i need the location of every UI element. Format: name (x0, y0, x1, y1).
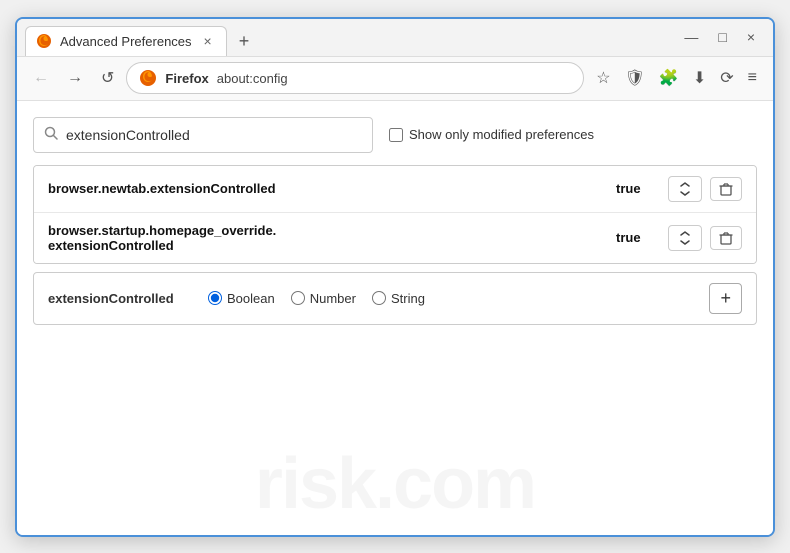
toggle-arrows-icon (677, 181, 693, 197)
back-icon: ← (33, 69, 49, 87)
address-text: about:config (217, 71, 572, 86)
bookmark-icon: ☆ (596, 70, 610, 87)
preference-toggle-button[interactable] (668, 225, 702, 251)
search-icon (44, 126, 58, 143)
menu-button[interactable]: ≡ (742, 65, 763, 91)
shield-button[interactable]: 🛡 (619, 64, 651, 92)
sync-button[interactable]: ⟳ (714, 64, 739, 92)
preference-name: browser.newtab.extensionControlled (48, 181, 604, 196)
type-radio-group: Boolean Number String (208, 291, 425, 306)
reload-icon: ↺ (101, 68, 114, 88)
browser-window: Advanced Preferences × + — □ × ← → ↺ Fir… (15, 17, 775, 537)
firefox-logo-icon (139, 69, 157, 87)
shield-icon: 🛡 (625, 70, 645, 87)
forward-button[interactable]: → (61, 65, 89, 91)
toggle-arrows-icon (677, 230, 693, 246)
tab-close-button[interactable]: × (200, 31, 216, 51)
table-row: browser.newtab.extensionControlled true (34, 166, 756, 213)
string-radio-option[interactable]: String (372, 291, 425, 306)
boolean-radio[interactable] (208, 291, 222, 305)
maximize-button[interactable]: □ (710, 25, 734, 49)
title-bar: Advanced Preferences × + — □ × (17, 19, 773, 57)
preference-delete-button[interactable] (710, 226, 742, 250)
preference-delete-button[interactable] (710, 177, 742, 201)
hamburger-menu-icon: ≡ (748, 69, 757, 86)
boolean-label: Boolean (227, 291, 275, 306)
sync-icon: ⟳ (720, 70, 733, 87)
window-controls: — □ × (666, 25, 773, 49)
search-input[interactable] (66, 127, 362, 143)
extension-button[interactable]: 🧩 (653, 64, 685, 92)
navigation-bar: ← → ↺ Firefox about:config ☆ 🛡 🧩 (17, 57, 773, 101)
reload-button[interactable]: ↺ (95, 64, 120, 92)
watermark: risk.com (255, 443, 535, 525)
show-modified-label: Show only modified preferences (409, 127, 594, 142)
active-tab[interactable]: Advanced Preferences × (25, 26, 227, 56)
address-bar[interactable]: Firefox about:config (126, 62, 584, 94)
show-modified-checkbox[interactable] (389, 128, 403, 142)
minimize-button[interactable]: — (676, 25, 706, 49)
string-radio[interactable] (372, 291, 386, 305)
new-tab-button[interactable]: + (233, 27, 256, 56)
number-label: Number (310, 291, 356, 306)
table-row: browser.startup.homepage_override. exten… (34, 213, 756, 263)
number-radio-option[interactable]: Number (291, 291, 356, 306)
tab-strip: Advanced Preferences × + (17, 19, 666, 56)
add-preference-row: extensionControlled Boolean Number Strin… (33, 272, 757, 325)
close-window-button[interactable]: × (739, 25, 763, 49)
boolean-radio-option[interactable]: Boolean (208, 291, 275, 306)
trash-icon (719, 231, 733, 245)
add-preference-button[interactable]: + (709, 283, 742, 314)
extension-icon: 🧩 (659, 70, 679, 87)
download-button[interactable]: ⬇ (687, 64, 712, 92)
number-radio[interactable] (291, 291, 305, 305)
preference-value: true (616, 181, 656, 196)
preferences-table: browser.newtab.extensionControlled true (33, 165, 757, 264)
forward-icon: → (67, 69, 83, 87)
back-button[interactable]: ← (27, 65, 55, 91)
show-modified-checkbox-label[interactable]: Show only modified preferences (389, 127, 594, 142)
preference-actions (668, 225, 742, 251)
tab-favicon-icon (36, 33, 52, 49)
content-area: risk.com Show only modified preferences (17, 101, 773, 535)
new-preference-name: extensionControlled (48, 291, 188, 306)
trash-icon (719, 182, 733, 196)
preference-search-box[interactable] (33, 117, 373, 153)
download-icon: ⬇ (693, 70, 706, 87)
browser-name-label: Firefox (165, 71, 208, 86)
search-row: Show only modified preferences (33, 117, 757, 153)
preference-value: true (616, 230, 656, 245)
string-label: String (391, 291, 425, 306)
nav-icons: ☆ 🛡 🧩 ⬇ ⟳ ≡ (590, 64, 763, 92)
preference-toggle-button[interactable] (668, 176, 702, 202)
bookmark-button[interactable]: ☆ (590, 64, 616, 92)
preference-actions (668, 176, 742, 202)
tab-title: Advanced Preferences (60, 34, 192, 49)
preference-name: browser.startup.homepage_override. exten… (48, 223, 604, 253)
